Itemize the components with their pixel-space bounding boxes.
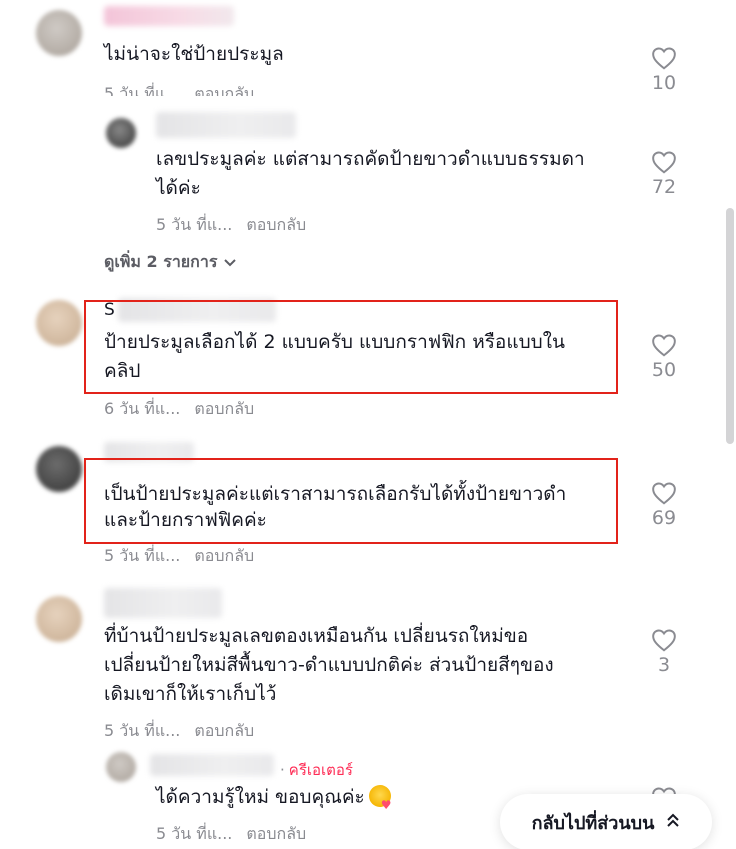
view-more-replies-button[interactable]: ดูเพิ่ม 2 รายการ [104, 250, 237, 275]
comment-meta: 5 วัน ที่แ... ตอบกลับ [104, 719, 254, 744]
comment-time: 5 วัน ที่แ... [156, 824, 233, 843]
heart-icon [652, 151, 676, 174]
comment-text: เป็นป้ายประมูลค่ะแต่เราสามารถเลือกรับได้… [104, 483, 567, 505]
comment-meta: 5 วัน ที่แ... ตอบกลับ [104, 544, 254, 569]
heart-icon [652, 334, 676, 357]
like-button[interactable]: 10 [639, 46, 689, 94]
comment-text: เดิมเขาก็ให้เราเก็บไว้ [104, 683, 277, 705]
back-to-top-button[interactable]: กลับไปที่ส่วนบน [500, 794, 712, 849]
comment-meta: 5 วัน ที่แ... ตอบกลับ [156, 213, 306, 238]
reply-button[interactable]: ตอบกลับ [246, 215, 306, 234]
avatar[interactable] [106, 752, 136, 782]
view-more-label: ดูเพิ่ม 2 รายการ [104, 252, 218, 271]
comment-time: 5 วัน ที่แ... [156, 215, 233, 234]
avatar[interactable] [36, 300, 82, 346]
like-count: 3 [657, 654, 671, 676]
comment-meta: 5 วัน ที่แ... ตอบกลับ [156, 822, 306, 847]
like-count: 10 [651, 72, 677, 94]
comment-time: 5 วัน ที่แ... [104, 84, 181, 96]
creator-separator: · [280, 761, 285, 779]
username-blurred[interactable] [150, 754, 274, 776]
comment-text: เปลี่ยนป้ายใหม่สีพื้นขาว-ดำแบบปกติค่ะ ส่… [104, 654, 554, 676]
comment-text: ไม่น่าจะใช่ป้ายประมูล [104, 43, 284, 65]
creator-label: ครีเอเตอร์ [288, 761, 353, 779]
comment-text: ได้ความรู้ใหม่ ขอบคุณค่ะ [156, 783, 392, 820]
smiling-face-with-hearts-icon [368, 785, 392, 820]
comment-text-content: ได้ความรู้ใหม่ ขอบคุณค่ะ [156, 786, 365, 808]
like-count: 50 [651, 359, 677, 381]
like-button[interactable]: 50 [639, 333, 689, 381]
comment-time: 5 วัน ที่แ... [104, 546, 181, 565]
reply-button[interactable]: ตอบกลับ [194, 546, 254, 565]
reply-button[interactable]: ตอบกลับ [246, 824, 306, 843]
like-button[interactable]: 3 [639, 628, 689, 676]
comment-text: และป้ายกราฟฟิคค่ะ [104, 509, 267, 531]
comment-text: ป้ายประมูลเลือกได้ 2 แบบครับ แบบกราฟฟิก … [104, 331, 565, 353]
double-chevron-up-icon [666, 812, 680, 833]
avatar[interactable] [106, 118, 136, 148]
like-count: 72 [651, 176, 677, 198]
username-blurred[interactable] [104, 6, 234, 26]
heart-icon [652, 482, 676, 505]
comment-meta: 5 วัน ที่แ... ตอบกลับ [104, 82, 254, 96]
like-button[interactable]: 72 [639, 150, 689, 198]
reply-button[interactable]: ตอบกลับ [194, 721, 254, 740]
back-to-top-label: กลับไปที่ส่วนบน [531, 812, 655, 834]
comment-text: ที่บ้านป้ายประมูลเลขตองเหมือนกัน เปลี่ยน… [104, 625, 529, 647]
comment-text: เลขประมูลค่ะ แต่สามารถคัดป้ายขาวดำแบบธรร… [156, 148, 585, 170]
heart-icon [652, 47, 676, 70]
like-button[interactable]: 69 [639, 481, 689, 529]
comment-text: คลิป [104, 360, 141, 382]
username-blurred[interactable] [104, 588, 222, 618]
heart-icon [652, 629, 676, 652]
avatar[interactable] [36, 596, 82, 642]
reply-button[interactable]: ตอบกลับ [194, 399, 254, 418]
comment-meta: 6 วัน ที่แ... ตอบกลับ [104, 397, 254, 422]
like-count: 69 [651, 507, 677, 529]
comment-time: 6 วัน ที่แ... [104, 399, 181, 418]
username-blurred[interactable] [156, 112, 296, 138]
comment-time: 5 วัน ที่แ... [104, 721, 181, 740]
comments-panel: ไม่น่าจะใช่ป้ายประมูล 5 วัน ที่แ... ตอบกล… [0, 0, 736, 849]
creator-badge: · ครีเอเตอร์ [280, 758, 353, 782]
chevron-down-icon [223, 253, 237, 272]
avatar[interactable] [36, 10, 82, 56]
reply-button[interactable]: ตอบกลับ [194, 84, 254, 96]
avatar[interactable] [36, 446, 82, 492]
scrollbar-thumb[interactable] [726, 208, 734, 444]
comment-text: ได้ค่ะ [156, 177, 201, 199]
